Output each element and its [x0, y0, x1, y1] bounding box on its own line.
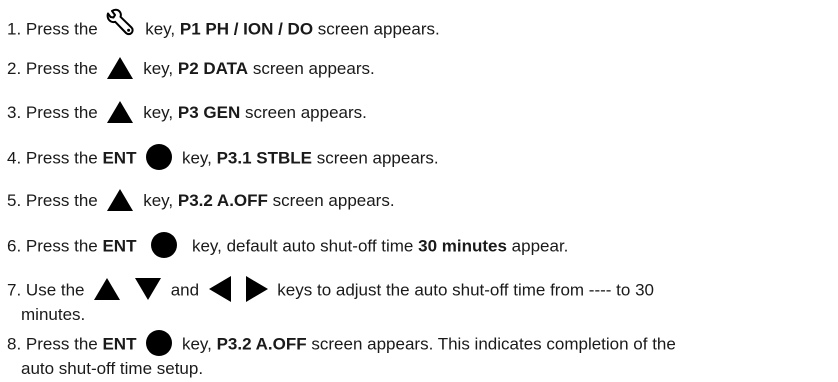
step-number: 8.: [7, 334, 22, 354]
step-text: screen appears.: [244, 103, 367, 122]
screen-name: P3 GEN: [177, 103, 241, 122]
step-7: 7. Use the and keys to adjust the auto s…: [7, 276, 828, 325]
up-arrow-icon: [107, 100, 134, 123]
down-arrow-icon: [134, 278, 161, 300]
step-text: key,: [143, 103, 174, 122]
step-8: 8. Press the ENT key, P3.2 A.OFF screen …: [7, 330, 828, 379]
step-text: Use the: [25, 280, 85, 300]
step-text: Press the: [25, 334, 98, 354]
step-6: 6. Press the ENT key, default auto shut-…: [7, 232, 828, 260]
step-text: screen appears. This indicates completio…: [311, 334, 676, 354]
step-1: 1. Press the key, P1 PH / ION / DO scree…: [7, 8, 828, 48]
step-text: screen appears.: [272, 191, 395, 210]
step-number: 1.: [7, 19, 22, 39]
step-text: key,: [181, 334, 212, 354]
step-number: 6.: [7, 236, 22, 256]
step-number: 7.: [7, 280, 22, 300]
ent-key-label: ENT: [102, 148, 137, 168]
screen-name: P3.1 STBLE: [216, 148, 313, 168]
time-value: 30 minutes: [418, 236, 507, 256]
step-number: 5.: [7, 191, 22, 210]
ent-key-label: ENT: [102, 236, 137, 256]
step-text: Press the: [25, 19, 98, 39]
step-text: key,: [143, 191, 174, 210]
step-text: key,: [181, 148, 212, 168]
step-text: appear.: [511, 236, 569, 256]
step-text: and: [170, 280, 200, 300]
step-text: Press the: [25, 59, 98, 78]
step-5: 5. Press the key, P3.2 A.OFF screen appe…: [7, 188, 828, 213]
enter-dot-icon: [146, 144, 173, 170]
ent-key-label: ENT: [102, 334, 137, 354]
up-arrow-icon: [107, 56, 134, 79]
step-text-continued: minutes.: [21, 305, 86, 324]
step-number: 3.: [7, 103, 22, 122]
step-text: screen appears.: [316, 148, 439, 168]
wrench-icon: [106, 8, 136, 44]
step-text: screen appears.: [252, 59, 375, 78]
step-text: Press the: [25, 148, 98, 168]
up-arrow-icon: [94, 278, 121, 300]
step-text: Press the: [25, 103, 98, 122]
up-arrow-icon: [107, 188, 134, 211]
instructions-page: 1. Press the key, P1 PH / ION / DO scree…: [0, 0, 838, 382]
step-text: key, default auto shut-off time: [191, 236, 414, 256]
screen-name: P3.2 A.OFF: [216, 334, 307, 354]
right-arrow-icon: [245, 276, 268, 302]
step-text: key,: [143, 59, 174, 78]
left-arrow-icon: [208, 276, 231, 302]
step-text-continued: auto shut-off time setup.: [21, 359, 204, 378]
step-4: 4. Press the ENT key, P3.1 STBLE screen …: [7, 144, 828, 172]
step-text: screen appears.: [317, 19, 440, 39]
step-text: keys to adjust the auto shut-off time fr…: [277, 280, 654, 300]
step-number: 2.: [7, 59, 22, 78]
step-text: Press the: [25, 191, 98, 210]
screen-name: P1 PH / ION / DO: [179, 19, 314, 39]
screen-name: P3.2 A.OFF: [177, 191, 268, 210]
step-text: key,: [145, 19, 176, 39]
step-2: 2. Press the key, P2 DATA screen appears…: [7, 56, 828, 81]
enter-dot-icon: [146, 330, 173, 356]
step-number: 4.: [7, 148, 22, 168]
enter-dot-icon: [151, 232, 178, 258]
screen-name: P2 DATA: [177, 59, 249, 78]
step-text: Press the: [25, 236, 98, 256]
step-3: 3. Press the key, P3 GEN screen appears.: [7, 100, 828, 125]
